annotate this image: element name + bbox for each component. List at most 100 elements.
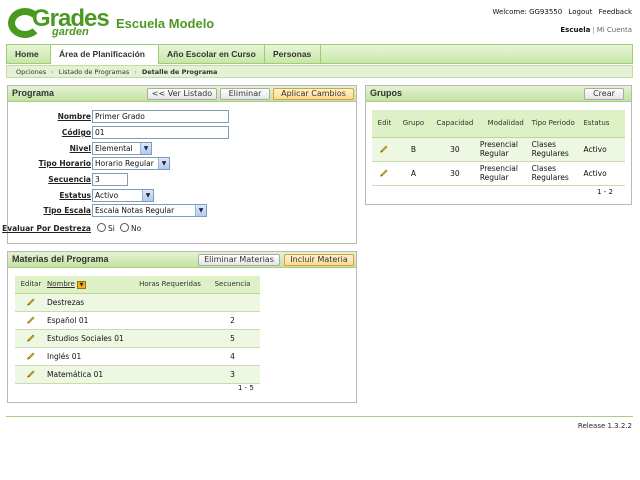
pencil-icon[interactable] bbox=[26, 314, 36, 324]
site-links-separator: | bbox=[592, 26, 595, 34]
nombre-input[interactable]: Primer Grado bbox=[92, 110, 229, 123]
pencil-icon[interactable] bbox=[26, 350, 36, 360]
materias-pager: 1 - 5 bbox=[238, 384, 254, 392]
tab-personas[interactable]: Personas bbox=[265, 45, 321, 64]
grupo-cell: A bbox=[396, 161, 431, 186]
chevron-down-icon[interactable]: ▼ bbox=[195, 205, 206, 216]
nivel-row: Nivel bbox=[8, 142, 91, 156]
estatus-value: Activo bbox=[95, 191, 119, 200]
horas-cell bbox=[135, 347, 205, 366]
nombre-cell: Inglés 01 bbox=[47, 347, 135, 366]
edit-cell bbox=[372, 161, 397, 186]
tipo-periodo-cell: Clases Regulares bbox=[531, 137, 584, 162]
logo-bottom-text: garden bbox=[52, 26, 89, 38]
eliminar-materias-button[interactable]: Eliminar Materias bbox=[198, 254, 280, 266]
pencil-icon[interactable] bbox=[26, 332, 36, 342]
col-estatus[interactable]: Estatus bbox=[583, 110, 625, 138]
tab-home[interactable]: Home bbox=[7, 45, 51, 64]
pencil-icon[interactable] bbox=[379, 167, 389, 177]
col-nombre[interactable]: Nombre ▼ bbox=[47, 276, 135, 294]
grupos-header-row: Edit Grupo Capacidad Modalidad Tipo Peri… bbox=[372, 110, 625, 138]
aplicar-cambios-button[interactable]: Aplicar Cambios bbox=[273, 88, 354, 100]
codigo-input[interactable]: 01 bbox=[92, 126, 229, 139]
tipo-escala-select[interactable]: Escala Notas Regular ▼ bbox=[92, 204, 207, 217]
tipo-escala-value: Escala Notas Regular bbox=[95, 206, 175, 215]
nombre-cell: Español 01 bbox=[47, 311, 135, 330]
eliminar-button[interactable]: Eliminar bbox=[220, 88, 270, 100]
top-user-links: Welcome: GG93550 Logout Feedback bbox=[488, 8, 632, 16]
tab-area-planificacion[interactable]: Área de Planificación bbox=[51, 45, 159, 64]
crear-button[interactable]: Crear bbox=[584, 88, 624, 100]
table-row: Matemática 01 3 bbox=[15, 365, 260, 384]
tipo-horario-value: Horario Regular bbox=[95, 159, 154, 168]
tipo-horario-select[interactable]: Horario Regular ▼ bbox=[92, 157, 170, 170]
breadcrumb-listado[interactable]: Listado de Programas bbox=[59, 68, 130, 76]
site-links: Escuela | Mi Cuenta bbox=[560, 26, 632, 34]
estatus-cell: Activo bbox=[583, 137, 625, 162]
incluir-materia-button[interactable]: Incluir Materia bbox=[284, 254, 354, 266]
tipo-horario-row: Tipo Horario bbox=[8, 157, 91, 171]
grupos-panel-header: Grupos Crear bbox=[366, 86, 631, 102]
capacidad-cell: 30 bbox=[430, 137, 480, 162]
col-editar: Editar bbox=[15, 276, 47, 294]
breadcrumb-current: Detalle de Programa bbox=[141, 68, 218, 76]
materias-panel: Materias del Programa Eliminar Materias … bbox=[7, 251, 357, 403]
secuencia-label: Secuencia bbox=[48, 175, 91, 184]
col-modalidad[interactable]: Modalidad bbox=[479, 110, 532, 138]
evaluar-no-radio[interactable] bbox=[120, 223, 129, 232]
codigo-row: Código bbox=[8, 126, 91, 140]
edit-cell bbox=[15, 311, 47, 330]
col-horas-requeridas[interactable]: Horas Requeridas bbox=[135, 276, 205, 294]
footer-divider bbox=[6, 416, 633, 417]
evaluar-row: Evaluar Por Destreza bbox=[2, 222, 91, 236]
current-site-link[interactable]: Escuela bbox=[560, 26, 590, 34]
estatus-label: Estatus bbox=[59, 191, 91, 200]
table-row: Inglés 01 4 bbox=[15, 347, 260, 366]
col-secuencia[interactable]: Secuencia bbox=[205, 276, 260, 294]
secuencia-input[interactable]: 3 bbox=[92, 173, 128, 186]
chevron-down-icon[interactable]: ▼ bbox=[140, 143, 151, 154]
secuencia-cell: 3 bbox=[205, 365, 260, 384]
table-row: Estudios Sociales 01 5 bbox=[15, 329, 260, 348]
main-nav: Home Área de Planificación Año Escolar e… bbox=[6, 44, 633, 64]
feedback-link[interactable]: Feedback bbox=[599, 8, 632, 16]
col-nombre-label: Nombre bbox=[47, 279, 75, 288]
grupos-panel-title: Grupos bbox=[370, 88, 403, 98]
col-grupo[interactable]: Grupo bbox=[396, 110, 431, 138]
pencil-icon[interactable] bbox=[26, 296, 36, 306]
ver-listado-button[interactable]: << Ver Listado bbox=[147, 88, 217, 100]
evaluar-si-radio[interactable] bbox=[97, 223, 106, 232]
modalidad-cell: Presencial Regular bbox=[479, 137, 532, 162]
codigo-label: Código bbox=[61, 128, 91, 137]
logout-link[interactable]: Logout bbox=[568, 8, 592, 16]
horas-cell bbox=[135, 311, 205, 330]
pencil-icon[interactable] bbox=[379, 143, 389, 153]
school-name: Escuela Modelo bbox=[116, 16, 215, 31]
materias-panel-title: Materias del Programa bbox=[12, 254, 109, 264]
nombre-row: Nombre bbox=[8, 110, 91, 124]
pencil-icon[interactable] bbox=[26, 368, 36, 378]
materias-table: Editar Nombre ▼ Horas Requeridas Secuenc… bbox=[15, 276, 260, 384]
materias-panel-header: Materias del Programa Eliminar Materias … bbox=[8, 252, 356, 268]
chevron-down-icon[interactable]: ▼ bbox=[142, 190, 153, 201]
secuencia-cell: 4 bbox=[205, 347, 260, 366]
estatus-select[interactable]: Activo ▼ bbox=[92, 189, 154, 202]
grades-garden-logo[interactable]: Grades garden bbox=[8, 6, 110, 38]
grupo-cell: B bbox=[396, 137, 431, 162]
tipo-escala-label: Tipo Escala bbox=[43, 206, 91, 215]
col-capacidad[interactable]: Capacidad bbox=[430, 110, 480, 138]
edit-cell bbox=[15, 293, 47, 312]
programa-panel-header: Programa << Ver Listado Eliminar Aplicar… bbox=[8, 86, 356, 102]
nombre-cell: Estudios Sociales 01 bbox=[47, 329, 135, 348]
col-tipo-periodo[interactable]: Tipo Periodo bbox=[531, 110, 584, 138]
breadcrumb-opciones[interactable]: Opciones bbox=[16, 68, 46, 76]
nivel-select[interactable]: Elemental ▼ bbox=[92, 142, 152, 155]
my-account-link[interactable]: Mi Cuenta bbox=[597, 26, 632, 34]
capacidad-cell: 30 bbox=[430, 161, 480, 186]
nombre-cell: Destrezas bbox=[47, 293, 135, 312]
table-row: Destrezas bbox=[15, 293, 260, 312]
tab-ano-escolar[interactable]: Año Escolar en Curso bbox=[159, 45, 265, 64]
chevron-down-icon[interactable]: ▼ bbox=[158, 158, 169, 169]
secuencia-cell: 5 bbox=[205, 329, 260, 348]
sort-desc-icon[interactable]: ▼ bbox=[77, 280, 87, 289]
